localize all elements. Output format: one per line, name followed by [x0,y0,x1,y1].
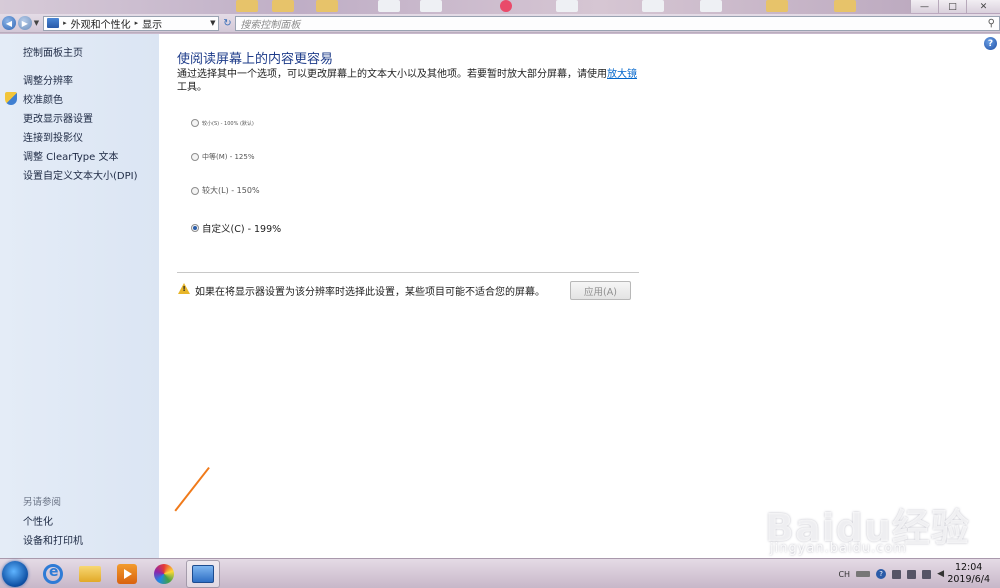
desktop-file-icon[interactable] [700,0,722,12]
desktop-folder-icon[interactable] [766,0,788,12]
desktop-background [0,0,1000,14]
control-panel-icon [192,565,214,583]
taskbar-ie[interactable] [36,560,70,588]
help-icon[interactable]: ? [876,569,887,579]
help-icon[interactable]: ? [984,37,997,50]
warning-message: 如果在将显示器设置为该分辨率时选择此设置，某些项目可能不适合您的屏幕。 [195,287,545,298]
clock-date: 2019/6/4 [947,574,990,585]
taskbar: CH ? ◀ 12:04 2019/6/4 [0,558,1000,588]
address-bar: ◀ ▶ ▼ ▸ 外观和个性化 ▸ 显示 ▼ ↻ 搜索控制面板 ⚲ [0,14,1000,33]
apply-button[interactable]: 应用(A) [570,281,631,300]
description-suffix: 工具。 [177,82,207,93]
clock[interactable]: 12:04 2019/6/4 [947,562,990,586]
chevron-right-icon[interactable]: ▸ [135,19,139,27]
option-medium[interactable]: 中等(M) - 125% [191,152,255,162]
option-larger[interactable]: 较大(L) - 150% [191,185,260,196]
search-icon[interactable]: ⚲ [988,18,995,29]
desktop-file-icon[interactable] [378,0,400,12]
desktop-folder-icon[interactable] [834,0,856,12]
taskbar-control-panel[interactable] [186,560,220,588]
refresh-icon[interactable]: ↻ [219,16,235,31]
recent-pages-dropdown[interactable]: ▼ [34,19,39,27]
radio-button[interactable] [191,153,199,161]
language-indicator[interactable]: CH [838,570,850,579]
desktop-folder-icon[interactable] [316,0,338,12]
system-tray: CH ? ◀ [838,569,944,579]
volume-icon[interactable]: ◀ [937,569,944,579]
see-also-devices-printers[interactable]: 设备和打印机 [23,532,83,547]
sidebar: 控制面板主页 调整分辨率 校准颜色 更改显示器设置 连接到投影仪 调整 Clea… [0,34,159,558]
network-icon[interactable] [892,569,902,579]
back-arrow-icon[interactable]: ◀ [2,16,16,30]
desktop-folder-icon[interactable] [236,0,258,12]
sidebar-item-projector[interactable]: 连接到投影仪 [23,129,83,144]
see-also-personalization[interactable]: 个性化 [23,513,53,528]
radio-button[interactable] [191,186,199,195]
keyboard-icon[interactable] [856,571,871,577]
sidebar-item-calibrate-color[interactable]: 校准颜色 [23,91,63,106]
maximize-button[interactable]: □ [938,0,966,13]
option-label: 较大(L) - 150% [202,186,260,195]
sidebar-item-resolution[interactable]: 调整分辨率 [23,72,73,87]
option-custom[interactable]: 自定义(C) - 199% [191,221,281,235]
option-label: 中等(M) - 125% [202,153,255,161]
sidebar-item-custom-dpi[interactable]: 设置自定义文本大小(DPI) [23,167,137,182]
start-button[interactable] [2,561,28,587]
desktop-file-icon[interactable] [556,0,578,12]
radio-button[interactable] [191,119,199,127]
search-placeholder: 搜索控制面板 [240,19,301,31]
taskbar-color-app[interactable] [147,560,181,588]
clock-time: 12:04 [954,562,983,573]
page-title: 使阅读屏幕上的内容更容易 [177,52,334,67]
taskbar-media-player[interactable] [110,560,144,588]
description-text: 通过选择其中一个选项，可以更改屏幕上的文本大小以及其他项。若要暂时放大部分屏幕，… [177,69,607,80]
breadcrumb-item-appearance[interactable]: 外观和个性化 [71,16,131,31]
option-label: 自定义(C) - 199% [202,224,282,235]
ie-icon [43,564,63,584]
sidebar-item-cleartype[interactable]: 调整 ClearType 文本 [23,148,118,163]
shield-icon [5,92,17,105]
breadcrumb[interactable]: ▸ 外观和个性化 ▸ 显示 ▼ [43,15,220,31]
sidebar-item-display-settings[interactable]: 更改显示器设置 [23,110,93,125]
see-also-heading: 另请参阅 [23,497,62,508]
chevron-down-icon[interactable]: ▼ [210,19,215,27]
minimize-button[interactable]: — [910,0,938,13]
taskbar-explorer[interactable] [73,560,107,588]
desktop-file-icon[interactable] [420,0,442,12]
desktop-file-icon[interactable] [642,0,664,12]
breadcrumb-item-display[interactable]: 显示 [142,16,162,31]
watermark-url: jingyan.baidu.com [770,541,907,556]
color-wheel-icon [154,564,174,584]
action-center-icon[interactable] [907,569,917,579]
desktop-folder-icon[interactable] [272,0,294,12]
close-button[interactable]: ✕ [966,0,1000,13]
main-content: 使阅读屏幕上的内容更容易 通过选择其中一个选项，可以更改屏幕上的文本大小以及其他… [159,34,1000,558]
radio-button-selected[interactable] [191,224,199,232]
option-label: 较小(S) - 100% (默认) [202,120,254,127]
search-input[interactable]: 搜索控制面板 ⚲ [235,15,1000,31]
page-description: 通过选择其中一个选项，可以更改屏幕上的文本大小以及其他项。若要暂时放大部分屏幕，… [177,68,637,94]
sidebar-home-link[interactable]: 控制面板主页 [23,44,83,59]
magnifier-link[interactable]: 放大镜 [607,69,637,80]
control-panel-icon [47,18,60,28]
forward-arrow-icon[interactable]: ▶ [17,16,32,30]
desktop-app-icon[interactable] [500,0,512,12]
warning-icon-mark: ! [182,285,186,293]
monitor-icon[interactable] [922,569,932,579]
divider [177,272,639,273]
option-smaller[interactable]: 较小(S) - 100% (默认) [191,119,254,127]
chevron-right-icon[interactable]: ▸ [63,19,67,27]
media-player-icon [117,564,137,584]
folder-icon [79,566,101,582]
window-controls: — □ ✕ [910,0,1000,13]
